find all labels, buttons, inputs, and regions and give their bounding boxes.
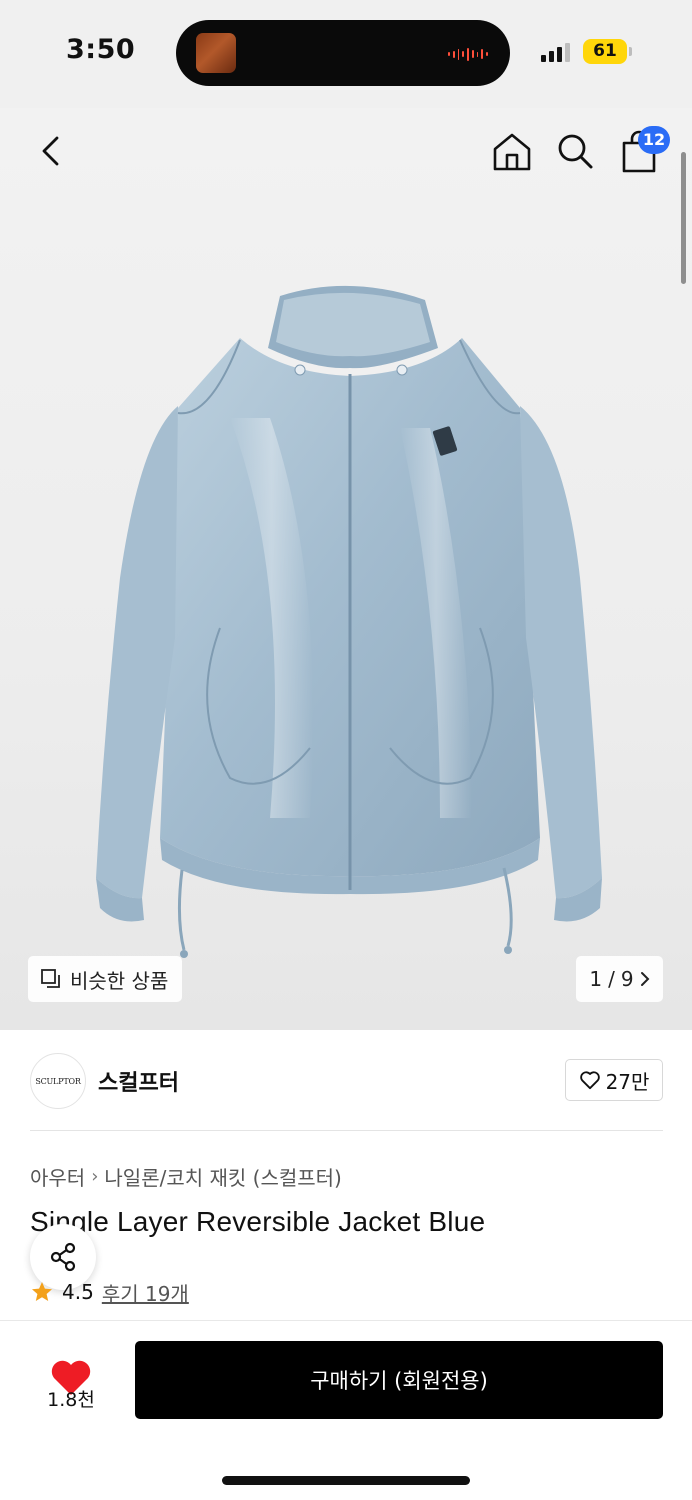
product-title: Single Layer Reversible Jacket Blue <box>30 1206 486 1237</box>
similar-items-icon <box>41 969 60 988</box>
chevron-right-icon <box>640 972 650 986</box>
status-bar: 3:50 61 <box>0 0 692 108</box>
brand-name[interactable]: 스컬프터 <box>98 1065 179 1097</box>
buy-button[interactable]: 구매하기 (회원전용) <box>135 1341 663 1419</box>
heart-outline-icon <box>579 1071 600 1090</box>
divider <box>30 1130 663 1131</box>
battery-cap <box>629 47 632 56</box>
brand-like-count: 27만 <box>605 1069 650 1094</box>
rating-row: 4.5 후기 19개 <box>30 1278 189 1306</box>
home-icon[interactable] <box>490 130 534 174</box>
cart-count-badge: 12 <box>638 126 670 154</box>
star-icon <box>32 1282 52 1301</box>
image-page-counter[interactable]: 1 / 9 <box>576 956 663 1002</box>
home-indicator[interactable] <box>222 1476 470 1485</box>
back-arrow-icon[interactable] <box>30 130 72 172</box>
status-time: 3:50 <box>66 34 136 65</box>
breadcrumb-subcategory[interactable]: 나일론/코치 재킷 (스컬프터) <box>104 1162 341 1191</box>
rating-value: 4.5 <box>62 1280 94 1304</box>
scroll-indicator <box>681 152 686 284</box>
now-playing-artwork <box>196 33 236 73</box>
dynamic-island[interactable] <box>176 20 510 86</box>
audio-waveform-icon <box>448 47 489 61</box>
signal-icon <box>541 42 570 62</box>
brand-logo[interactable]: SCULPTOR <box>30 1053 86 1109</box>
jacket-product-image <box>96 285 602 958</box>
review-count-link[interactable]: 후기 19개 <box>102 1278 189 1307</box>
chevron-right-icon: › <box>91 1166 99 1187</box>
search-icon[interactable] <box>554 130 596 172</box>
breadcrumb: 아우터 › 나일론/코치 재킷 (스컬프터) <box>30 1162 342 1191</box>
bottom-action-bar: 1.8천 구매하기 (회원전용) <box>0 1320 692 1500</box>
page-separator: / <box>608 967 615 991</box>
total-pages: 9 <box>620 967 634 991</box>
brand-like-button[interactable]: 27만 <box>565 1059 663 1101</box>
wish-count: 1.8천 <box>47 1389 95 1411</box>
breadcrumb-category[interactable]: 아우터 <box>30 1162 85 1191</box>
product-image-gallery[interactable]: 12 비슷한 상품 1 / 9 <box>0 108 692 1030</box>
similar-products-label: 비슷한 상품 <box>70 968 169 993</box>
battery-icon: 61 <box>583 39 627 64</box>
similar-products-button[interactable]: 비슷한 상품 <box>28 956 183 1002</box>
share-icon <box>50 1242 76 1272</box>
current-page: 1 <box>589 967 603 991</box>
brand-row[interactable]: SCULPTOR 스컬프터 27만 <box>0 1030 692 1130</box>
